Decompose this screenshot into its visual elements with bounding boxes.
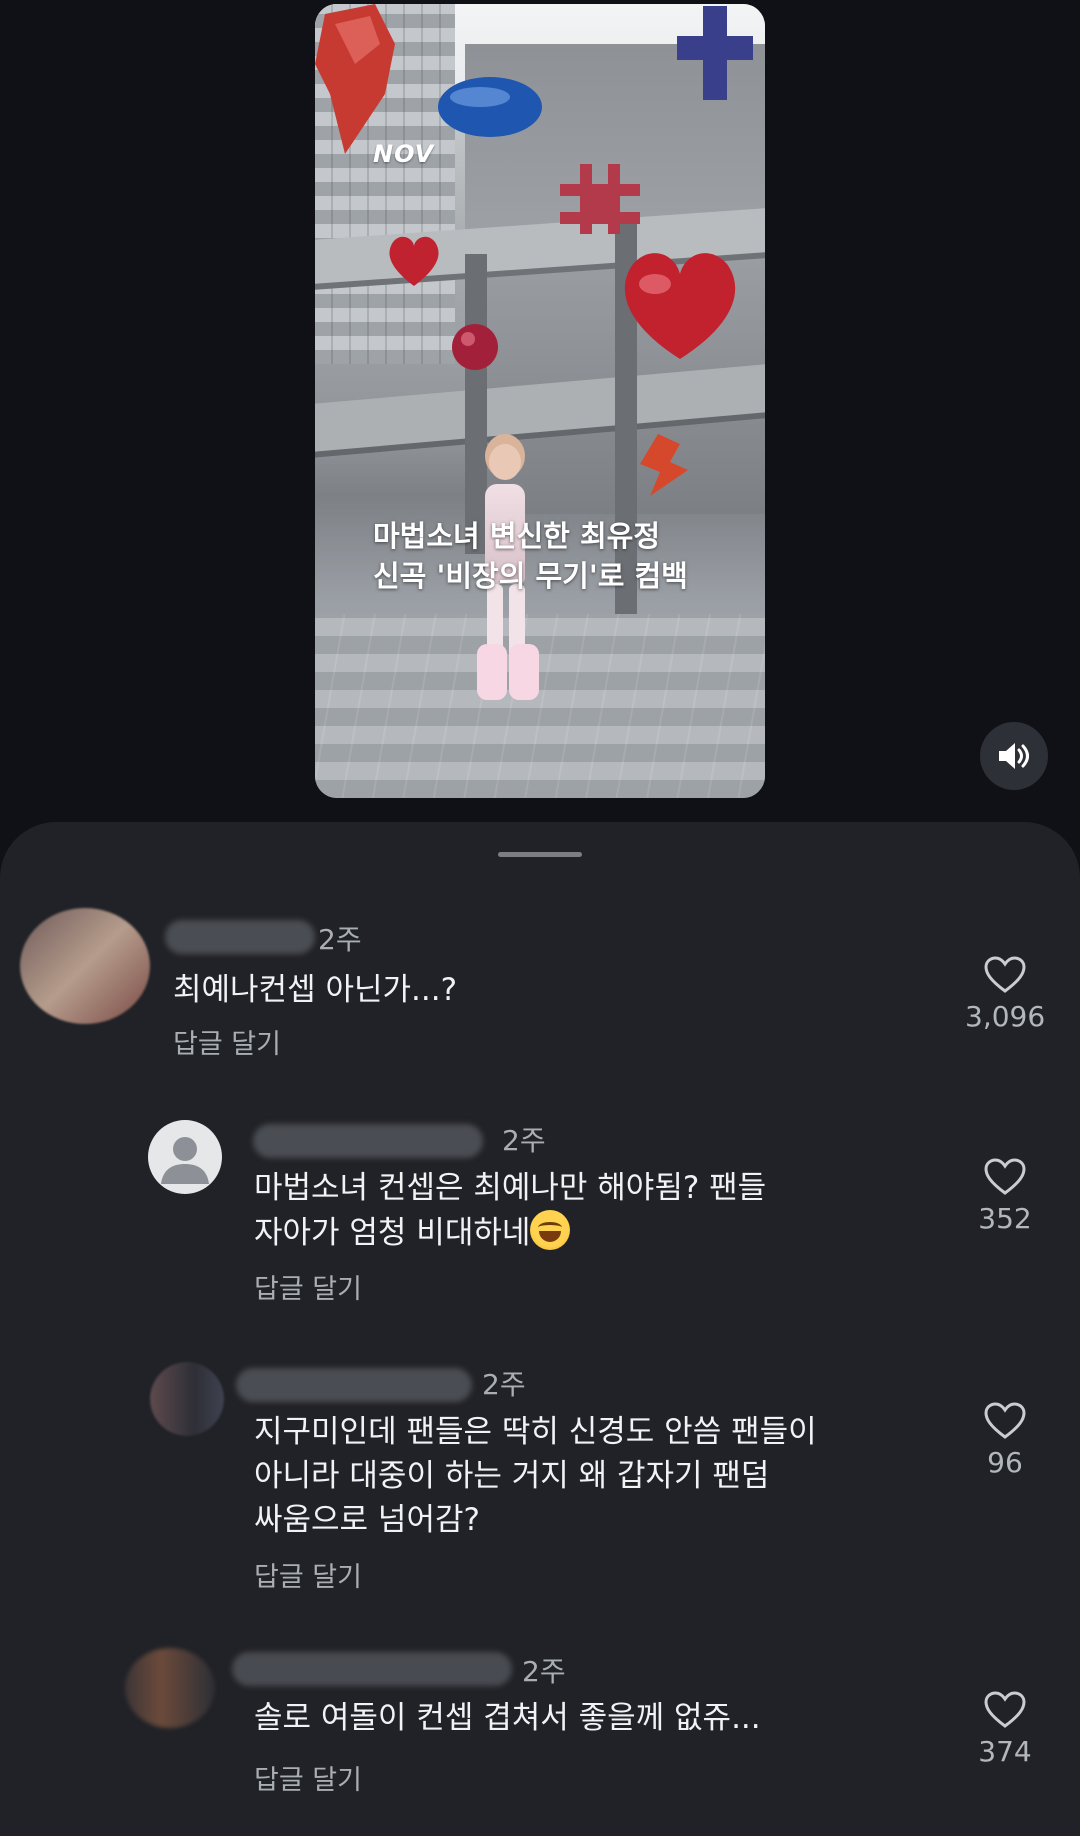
comment-text: 지구미인데 팬들은 딱히 신경도 안씀 팬들이 아니라 대중이 하는 거지 왜 …: [254, 1410, 817, 1542]
username-blurred[interactable]: [253, 1124, 483, 1158]
heart-icon: [984, 1691, 1026, 1728]
avatar[interactable]: [148, 1120, 222, 1194]
big-heart-balloon: [624, 253, 736, 359]
comment-text-line: 아니라 대중이 하는 거지 왜 갑자기 팬덤: [254, 1458, 770, 1494]
like-button[interactable]: 374: [965, 1691, 1045, 1768]
video-player[interactable]: NOV 마법소녀 변신한 최유정 신곡 '비장의 무기'로 컴백: [315, 4, 765, 798]
video-caption: 마법소녀 변신한 최유정 신곡 '비장의 무기'로 컴백: [373, 516, 763, 596]
sound-toggle-button[interactable]: [980, 722, 1048, 790]
like-count: 3,096: [965, 1000, 1046, 1033]
comment-text-line-content: 자아가 엄청 비대하네: [254, 1215, 531, 1251]
small-heart-balloon: [389, 236, 439, 286]
like-button[interactable]: 96: [965, 1402, 1045, 1479]
username-blurred[interactable]: [236, 1368, 472, 1402]
blue-balloon: [438, 77, 542, 137]
heart-icon: [984, 956, 1026, 993]
reply-button[interactable]: 답글 달기: [173, 1022, 281, 1061]
comment-time: 2주: [482, 1368, 526, 1401]
username-blurred[interactable]: [165, 920, 315, 954]
comments-sheet: 2주 최예나컨셉 아닌가...? 답글 달기 3,096 2주 마법소녀 컨셉은…: [0, 822, 1080, 1836]
bolt-balloon: [640, 434, 688, 496]
comment-text-line: 싸움으로 넘어감?: [254, 1502, 480, 1538]
default-avatar-icon: [161, 1137, 209, 1184]
reply-button[interactable]: 답글 달기: [254, 1758, 362, 1797]
avatar[interactable]: [150, 1362, 224, 1436]
laughing-emoji-icon: [530, 1210, 571, 1250]
reply-button[interactable]: 답글 달기: [254, 1267, 362, 1306]
like-count: 96: [987, 1446, 1023, 1479]
comment-text-line: 자아가 엄청 비대하네: [254, 1210, 766, 1255]
username-blurred[interactable]: [232, 1652, 512, 1686]
comment-text: 최예나컨셉 아닌가...?: [173, 972, 458, 1008]
brand-logo: NOV: [373, 140, 435, 168]
comment-text-line: 지구미인데 팬들은 딱히 신경도 안씀 팬들이: [254, 1414, 817, 1450]
comment-time: 2주: [318, 923, 362, 956]
video-area: NOV 마법소녀 변신한 최유정 신곡 '비장의 무기'로 컴백: [0, 0, 1080, 822]
comment-time: 2주: [522, 1655, 566, 1688]
like-count: 374: [978, 1735, 1032, 1768]
like-button[interactable]: 352: [965, 1158, 1045, 1235]
heart-icon: [984, 1402, 1026, 1439]
comment-text: 마법소녀 컨셉은 최예나만 해야됨? 팬들 자아가 엄청 비대하네: [254, 1166, 766, 1255]
ball-balloon: [452, 324, 498, 370]
caption-line: 마법소녀 변신한 최유정: [373, 519, 660, 553]
hash-balloon: [560, 164, 640, 234]
comment-text: 솔로 여돌이 컨셉 겹쳐서 좋을께 없쥬...: [254, 1700, 761, 1736]
avatar[interactable]: [125, 1648, 215, 1728]
cross-balloon: [677, 6, 753, 100]
speaker-icon: [999, 743, 1029, 769]
like-button[interactable]: 3,096: [965, 956, 1045, 1033]
reply-button[interactable]: 답글 달기: [254, 1555, 362, 1594]
comment-time: 2주: [502, 1124, 546, 1157]
comment-item: 2주 최예나컨셉 아닌가...? 답글 달기 3,096: [0, 822, 1080, 1082]
like-count: 352: [978, 1202, 1032, 1235]
caption-line: 신곡 '비장의 무기'로 컴백: [373, 559, 688, 593]
comment-text-line: 마법소녀 컨셉은 최예나만 해야됨? 팬들: [254, 1170, 767, 1206]
avatar[interactable]: [20, 908, 150, 1024]
heart-icon: [984, 1158, 1026, 1195]
